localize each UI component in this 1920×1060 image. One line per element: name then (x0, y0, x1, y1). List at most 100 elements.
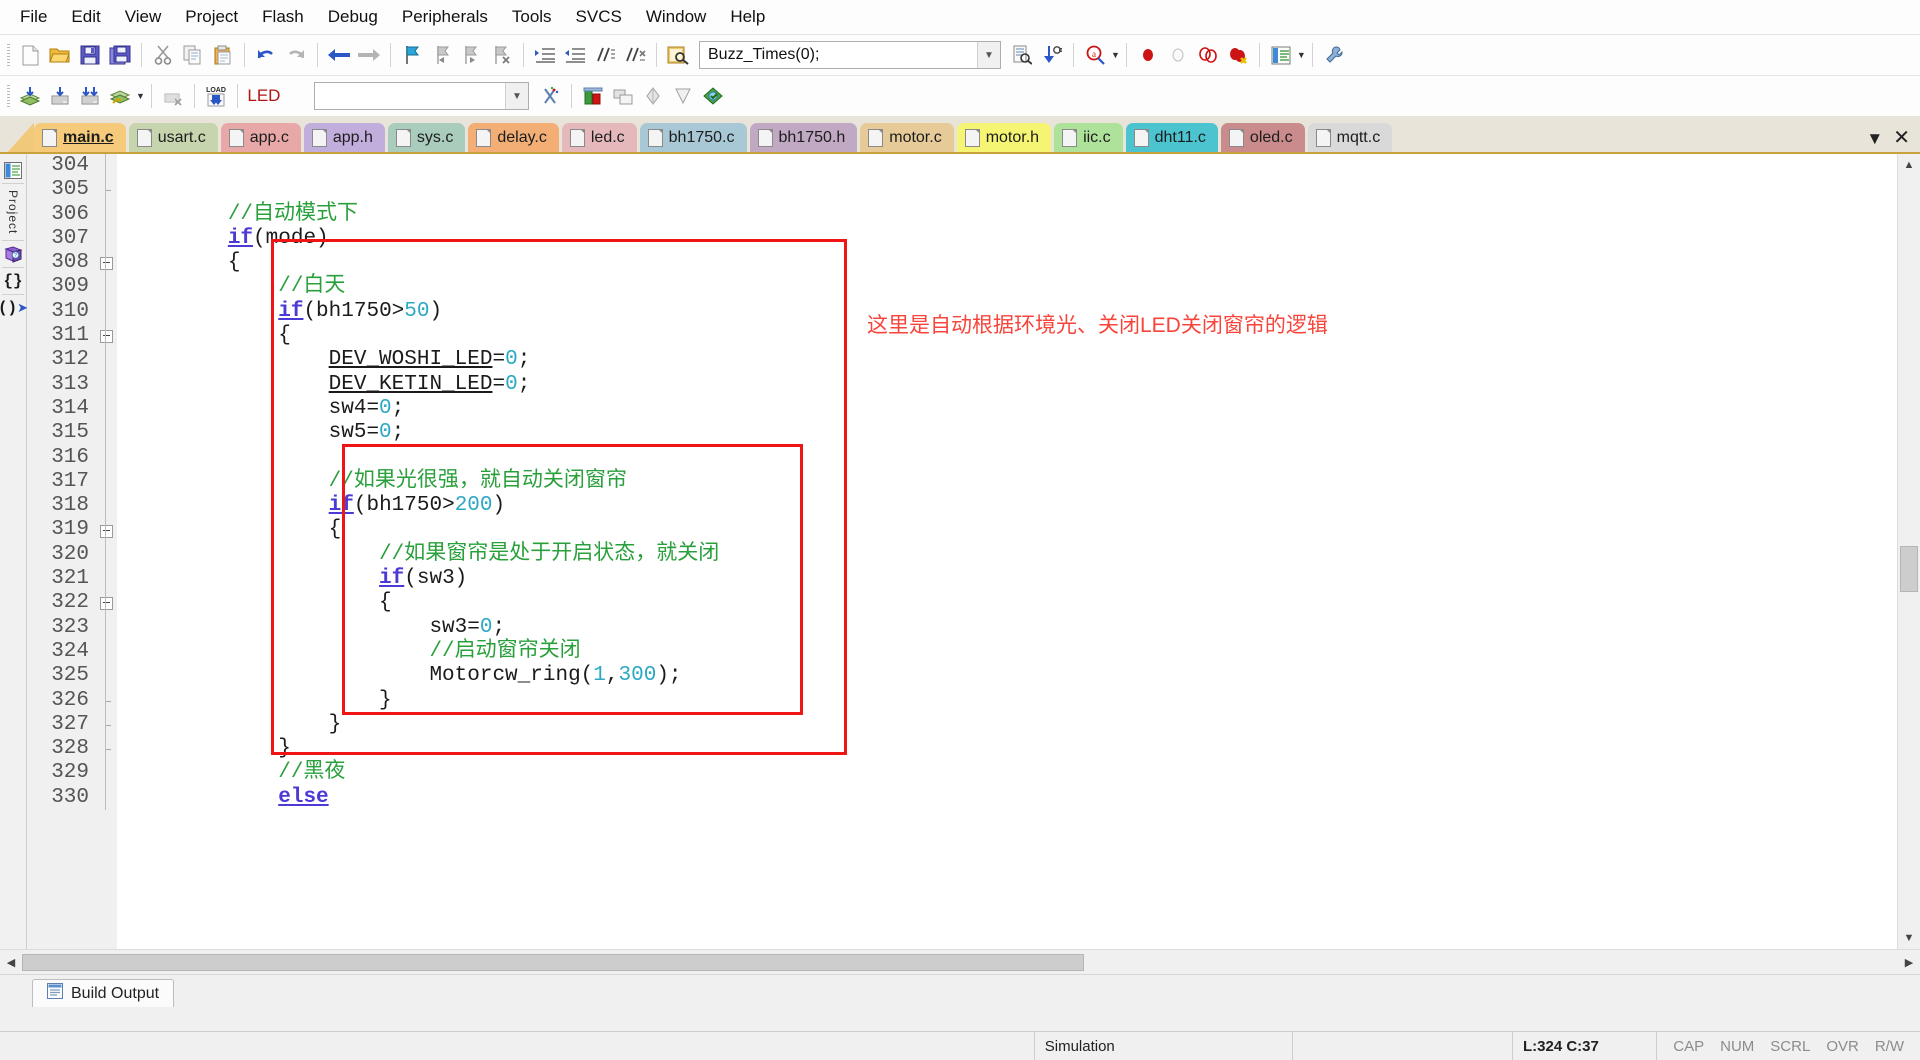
menu-flash[interactable]: Flash (250, 4, 316, 30)
code-line[interactable]: //如果窗帘是处于开启状态，就关闭 (127, 543, 1897, 567)
manage-windows-icon[interactable] (1266, 40, 1296, 70)
code-line[interactable]: sw3=0; (127, 616, 1897, 640)
save-all-icon[interactable] (105, 40, 135, 70)
editor-tab-dht11-c[interactable]: dht11.c (1125, 123, 1218, 152)
code-line[interactable] (127, 446, 1897, 470)
code-line[interactable]: else (127, 786, 1897, 810)
copy-project-icon[interactable] (608, 81, 638, 111)
browse-symbol-icon[interactable] (1007, 40, 1037, 70)
tab-list-dropdown-icon[interactable]: ▼ (1866, 130, 1883, 147)
scroll-up-arrow-icon[interactable]: ▲ (1898, 154, 1920, 176)
chevron-down-icon[interactable]: ▼ (1111, 50, 1120, 60)
menu-peripherals[interactable]: Peripherals (390, 4, 500, 30)
code-line[interactable]: DEV_WOSHI_LED=0; (127, 348, 1897, 372)
manage-project-items-icon[interactable] (578, 81, 608, 111)
target-options-icon[interactable] (535, 81, 565, 111)
editor-tab-motor-c[interactable]: motor.c (860, 123, 954, 152)
editor-tab-bh1750-c[interactable]: bh1750.c (639, 123, 747, 152)
find-in-files-icon[interactable] (663, 40, 693, 70)
rebuild-all-icon[interactable] (105, 81, 135, 111)
templates-window-icon[interactable]: ()➤ (0, 295, 28, 321)
navigate-back-icon[interactable] (324, 40, 354, 70)
open-folder-icon[interactable] (45, 40, 75, 70)
code-line[interactable]: sw4=0; (127, 397, 1897, 421)
bookmark-clear-icon[interactable] (487, 40, 517, 70)
menu-window[interactable]: Window (634, 4, 718, 30)
books-icon[interactable] (638, 81, 668, 111)
code-line[interactable] (127, 154, 1897, 178)
editor-tab-app-c[interactable]: app.c (220, 123, 301, 152)
fold-collapse-icon[interactable] (100, 330, 113, 344)
menu-edit[interactable]: Edit (59, 4, 112, 30)
menu-tools[interactable]: Tools (500, 4, 564, 30)
breakpoint-disable-icon[interactable] (1163, 40, 1193, 70)
editor-tab-usart-c[interactable]: usart.c (128, 123, 218, 152)
close-tab-icon[interactable]: ✕ (1893, 128, 1910, 148)
build-target-icon[interactable] (15, 81, 45, 111)
functions-window-icon[interactable]: {} (1, 268, 25, 294)
horizontal-scroll-thumb[interactable] (22, 953, 1084, 971)
code-line[interactable]: //自动模式下 (127, 203, 1897, 227)
fold-collapse-icon[interactable] (100, 524, 113, 538)
code-line[interactable]: //启动窗帘关闭 (127, 640, 1897, 664)
code-line[interactable]: { (127, 591, 1897, 615)
editor-tab-app-h[interactable]: app.h (303, 123, 385, 152)
indent-decrease-icon[interactable] (560, 40, 590, 70)
scroll-right-arrow-icon[interactable]: ▶ (1898, 951, 1920, 973)
code-line[interactable] (127, 178, 1897, 202)
code-line[interactable]: { (127, 518, 1897, 542)
menu-debug[interactable]: Debug (316, 4, 390, 30)
editor-tab-iic-c[interactable]: iic.c (1054, 123, 1123, 152)
fold-collapse-icon[interactable] (100, 597, 113, 611)
fold-collapse-icon[interactable] (100, 257, 113, 271)
find-input[interactable]: Buzz_Times(0); ▼ (699, 41, 1001, 69)
editor-tab-led-c[interactable]: led.c (561, 123, 637, 152)
uncomment-lines-icon[interactable] (620, 40, 650, 70)
editor-tab-oled-c[interactable]: oled.c (1220, 123, 1305, 152)
editor-tab-mqtt-c[interactable]: mqtt.c (1307, 123, 1393, 152)
code-line[interactable]: if(bh1750>200) (127, 494, 1897, 518)
editor-vertical-scrollbar[interactable]: ▲ ▼ (1897, 154, 1920, 949)
cut-icon[interactable] (148, 40, 178, 70)
translate-file-icon[interactable] (45, 81, 75, 111)
code-line[interactable]: DEV_KETIN_LED=0; (127, 373, 1897, 397)
code-line[interactable]: } (127, 689, 1897, 713)
comment-lines-icon[interactable] (590, 40, 620, 70)
build-icon[interactable] (75, 81, 105, 111)
configure-tools-icon[interactable] (1319, 40, 1349, 70)
vertical-scroll-thumb[interactable] (1900, 546, 1918, 592)
editor-tab-delay-c[interactable]: delay.c (468, 123, 559, 152)
batch-build-icon[interactable] (158, 81, 188, 111)
navigate-forward-icon[interactable] (354, 40, 384, 70)
find-dropdown-icon[interactable]: ▼ (977, 42, 1000, 68)
code-line[interactable]: //如果光很强，就自动关闭窗帘 (127, 470, 1897, 494)
editor-tab-motor-h[interactable]: motor.h (956, 123, 1052, 152)
editor-tab-main-c[interactable]: main.c (34, 123, 126, 152)
breakpoint-insert-icon[interactable] (1133, 40, 1163, 70)
source-browser-icon[interactable] (668, 81, 698, 111)
code-line[interactable]: sw5=0; (127, 421, 1897, 445)
redo-icon[interactable] (281, 40, 311, 70)
configuration-wizard-icon[interactable] (698, 81, 728, 111)
editor-tab-bh1750-h[interactable]: bh1750.h (749, 123, 858, 152)
chevron-down-icon[interactable]: ▼ (504, 83, 528, 109)
download-to-flash-icon[interactable]: LOAD (201, 81, 231, 111)
editor-tab-sys-c[interactable]: sys.c (387, 123, 466, 152)
toolbar-grip[interactable] (5, 42, 12, 68)
editor-horizontal-scrollbar[interactable]: ◀ ▶ (0, 949, 1920, 974)
bookmark-prev-icon[interactable] (427, 40, 457, 70)
scroll-down-arrow-icon[interactable]: ▼ (1898, 927, 1920, 949)
new-file-icon[interactable] (15, 40, 45, 70)
bookmark-next-icon[interactable] (457, 40, 487, 70)
breakpoint-disable-all-icon[interactable] (1193, 40, 1223, 70)
source-code-text[interactable]: //自动模式下 if(mode) { //白天 if(bh1750>50) { … (117, 154, 1897, 949)
save-icon[interactable] (75, 40, 105, 70)
scroll-left-arrow-icon[interactable]: ◀ (0, 951, 22, 973)
menu-view[interactable]: View (113, 4, 174, 30)
code-editor[interactable]: 304 305 306 307 308 309 310 311 312 313 314 315 316 3… (27, 154, 1897, 949)
target-select[interactable]: ▼ (313, 82, 529, 110)
copy-icon[interactable] (178, 40, 208, 70)
paste-icon[interactable] (208, 40, 238, 70)
code-line[interactable]: if(mode) (127, 227, 1897, 251)
menu-svcs[interactable]: SVCS (564, 4, 634, 30)
